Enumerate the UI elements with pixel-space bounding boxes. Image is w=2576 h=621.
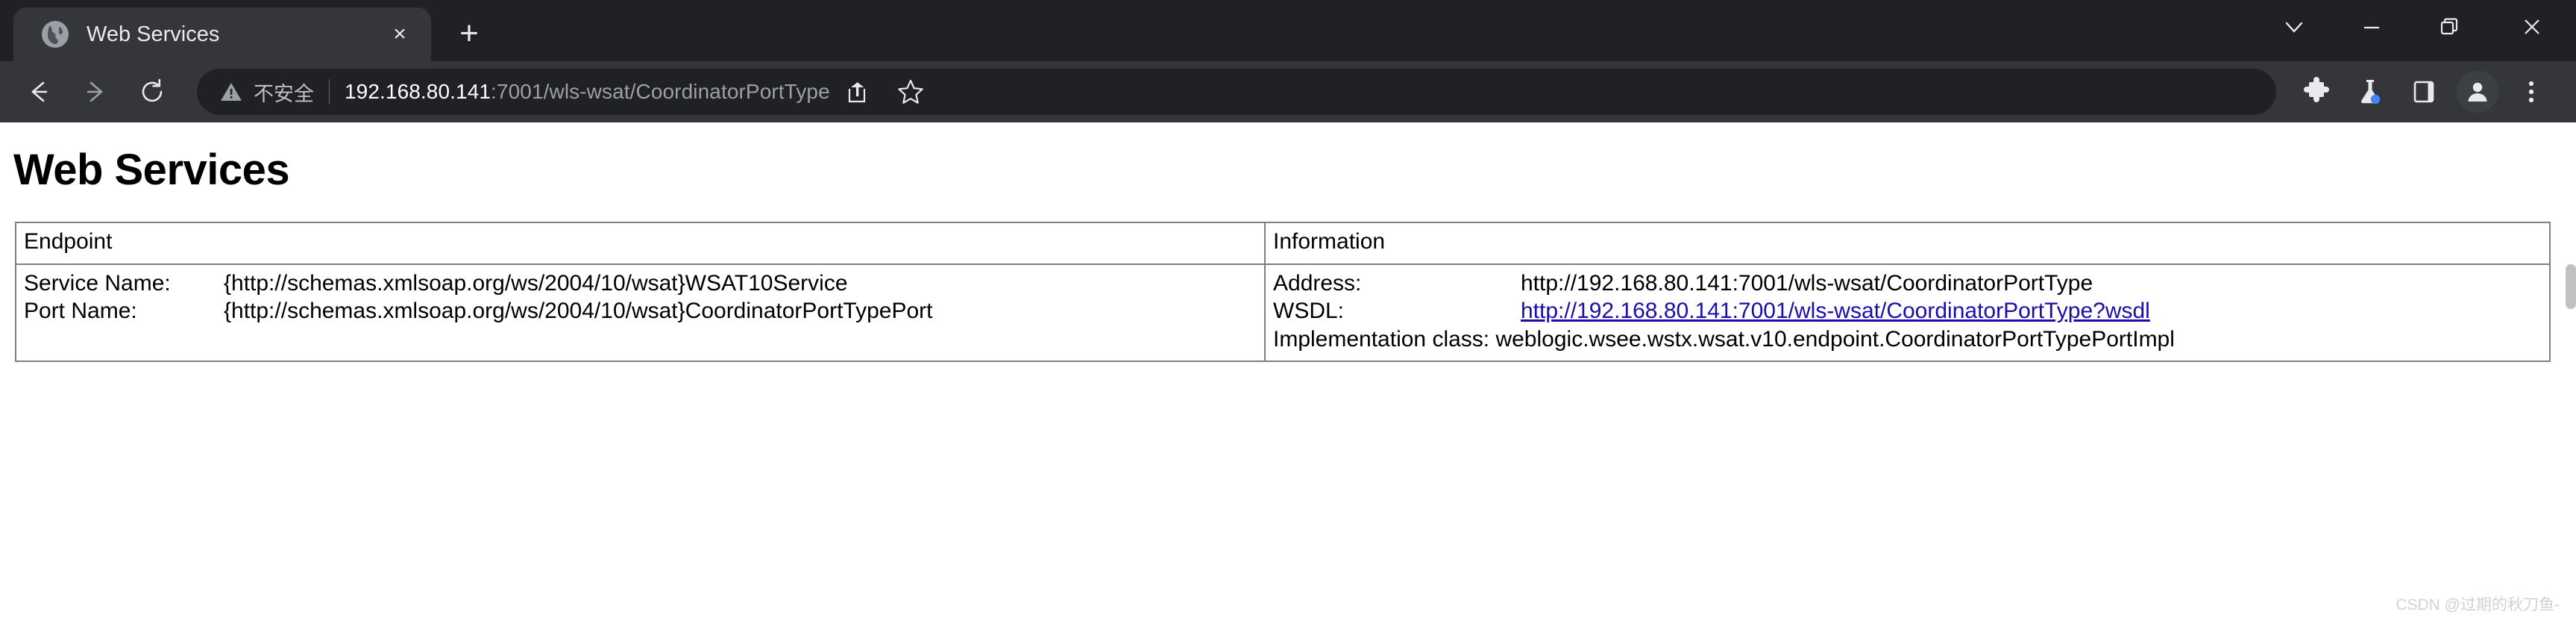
profile-avatar-icon[interactable] (2451, 65, 2504, 119)
forward-button[interactable] (67, 63, 124, 120)
share-icon[interactable] (830, 65, 884, 119)
globe-favicon (42, 21, 69, 48)
toolbar-icons (2290, 65, 2558, 119)
page-title: Web Services (13, 146, 290, 194)
bookmark-star-icon[interactable] (884, 65, 937, 119)
more-menu-icon[interactable] (2504, 65, 2558, 119)
new-tab-button[interactable]: + (446, 10, 492, 57)
header-endpoint: Endpoint (15, 222, 1266, 265)
url-host: 192.168.80.141 (345, 80, 491, 103)
minimize-button[interactable] (2333, 0, 2410, 54)
address-value: http://192.168.80.141:7001/wls-wsat/Coor… (1521, 270, 2093, 296)
address-bar[interactable]: 不安全 192.168.80.141:7001/wls-wsat/Coordin… (197, 69, 2276, 115)
endpoint-port-name-line: Port Name: {http://schemas.xmlsoap.org/ws… (24, 297, 1257, 325)
watermark-text: CSDN @过期的秋刀鱼- (2396, 596, 2560, 614)
omnibox-actions (830, 65, 937, 119)
back-button[interactable] (10, 63, 67, 120)
page-content: Web Services Endpoint Information Servic… (0, 122, 2576, 621)
window-controls (2255, 0, 2576, 54)
header-information: Information (1264, 222, 2551, 265)
cell-information: Address: http://192.168.80.141:7001/wls-w… (1264, 263, 2551, 362)
table-row: Service Name: {http://schemas.xmlsoap.org… (15, 263, 2551, 362)
labs-flask-icon[interactable] (2343, 65, 2397, 119)
endpoint-service-name-line: Service Name: {http://schemas.xmlsoap.org… (24, 269, 1257, 298)
avatar (2457, 71, 2498, 113)
omnibox-divider (329, 79, 330, 104)
url-path: :7001/wls-wsat/CoordinatorPortType (491, 80, 830, 103)
wsdl-label: WSDL: (1273, 299, 1345, 323)
restore-button[interactable] (2410, 0, 2488, 54)
web-services-table: Endpoint Information Service Name: {http:… (15, 222, 2551, 362)
warning-triangle-icon[interactable] (219, 80, 243, 104)
service-name-label: Service Name: (24, 270, 171, 296)
information-impl-line: Implementation class: weblogic.wsee.wstx… (1273, 326, 2175, 352)
tab-strip: Web Services × + (13, 0, 2576, 61)
port-name-label: Port Name: (24, 299, 137, 323)
side-panel-icon[interactable] (2397, 65, 2451, 119)
browser-tab-web-services[interactable]: Web Services × (13, 7, 431, 61)
reload-button[interactable] (124, 63, 180, 120)
information-address-line: Address: http://192.168.80.141:7001/wls-w… (1273, 269, 2542, 298)
information-wsdl-line: WSDL: http://192.168.80.141:7001/wls-wsat… (1273, 297, 2542, 325)
wsdl-link[interactable]: http://192.168.80.141:7001/wls-wsat/Coor… (1521, 299, 2150, 323)
port-name-value: {http://schemas.xmlsoap.org/ws/2004/10/w… (224, 299, 933, 323)
tab-search-button[interactable] (2255, 0, 2333, 54)
table-header-row: Endpoint Information (15, 222, 2551, 265)
service-name-value: {http://schemas.xmlsoap.org/ws/2004/10/w… (224, 270, 848, 296)
cell-endpoint: Service Name: {http://schemas.xmlsoap.org… (15, 263, 1266, 362)
url-text: 192.168.80.141:7001/wls-wsat/Coordinator… (345, 80, 830, 104)
tab-title: Web Services (87, 22, 220, 46)
browser-window: Web Services × + 不安全 192.168.80.141:7001… (0, 0, 2576, 621)
address-label: Address: (1273, 270, 1362, 296)
security-status-text: 不安全 (254, 82, 314, 105)
tab-strip-area: Web Services × + (0, 0, 2576, 61)
close-window-button[interactable] (2488, 0, 2576, 54)
vertical-scrollbar-thumb[interactable] (2566, 264, 2576, 309)
browser-toolbar: 不安全 192.168.80.141:7001/wls-wsat/Coordin… (0, 61, 2576, 122)
extensions-puzzle-icon[interactable] (2290, 65, 2343, 119)
tab-close-icon[interactable]: × (383, 18, 416, 51)
